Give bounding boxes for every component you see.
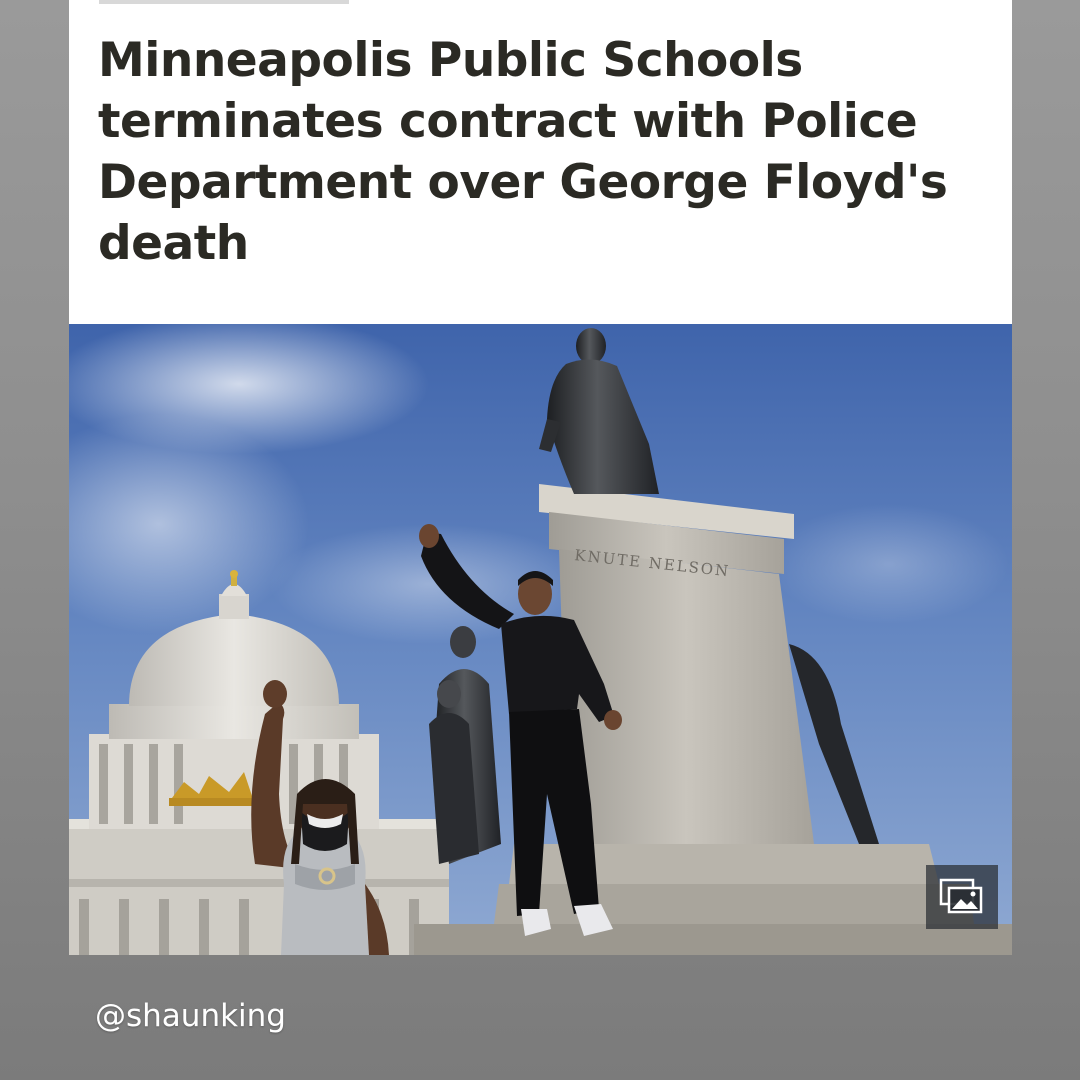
top-divider [99, 0, 349, 4]
article-photo[interactable]: KNUTE NELSON [69, 324, 1012, 955]
article-headline[interactable]: Minneapolis Public Schools terminates co… [98, 30, 978, 274]
article-card: Minneapolis Public Schools terminates co… [69, 0, 1012, 955]
account-handle[interactable]: @shaunking [95, 998, 286, 1034]
image-gallery-icon[interactable] [926, 865, 998, 929]
